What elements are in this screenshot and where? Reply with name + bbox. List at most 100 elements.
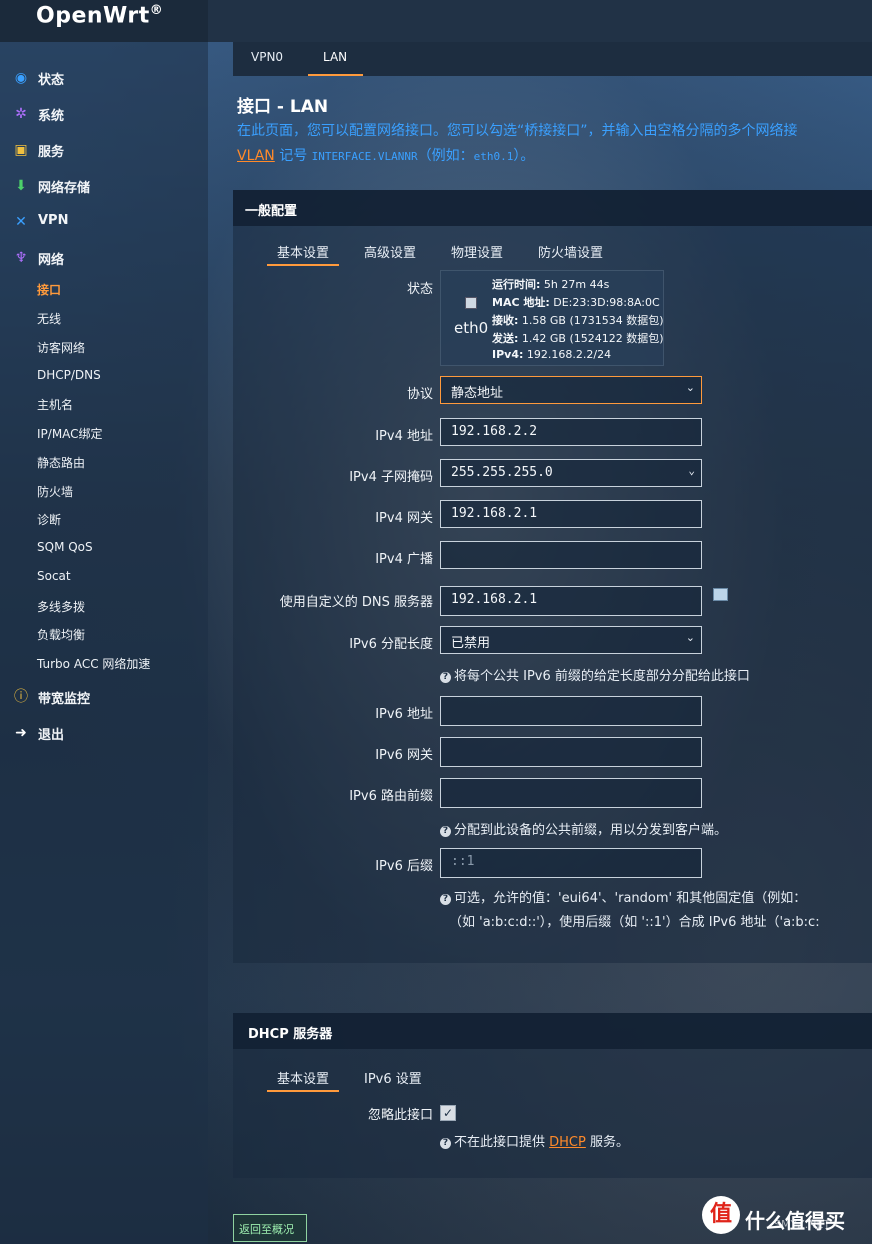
ipv6-suffix-help-2: （如 'a:b:c:d::'），使用后缀（如 '::1'）合成 IPv6 地址（… [449, 915, 820, 930]
add-dns-icon[interactable] [713, 588, 728, 601]
help-icon: ? [440, 1138, 451, 1149]
dhcp-subtab-active-indicator [267, 1090, 339, 1092]
ipv6-gateway-label: IPv6 网关 [375, 748, 433, 763]
ipv4-address-input[interactable]: 192.168.2.2 [440, 418, 702, 446]
ip6assign-label: IPv6 分配长度 [349, 637, 433, 652]
ipv6-prefix-label: IPv6 路由前缀 [349, 789, 433, 804]
sidebar-item-vpn[interactable]: ✕ VPN [0, 204, 208, 240]
general-config-title: 一般配置 [245, 204, 298, 219]
tab-vpn0[interactable]: VPN0 [251, 50, 283, 64]
help-icon: ? [440, 672, 451, 683]
status-rx: 接收: 1.58 GB (1731534 数据包) [492, 314, 664, 327]
subtab-active-indicator [267, 264, 339, 266]
subtab-firewall[interactable]: 防火墙设置 [538, 242, 603, 261]
dhcp-link[interactable]: DHCP [549, 1135, 586, 1150]
ipv6-prefix-help: ? 分配到此设备的公共前缀，用以分发到客户端。 [440, 819, 727, 838]
logout-icon: ➜ [15, 725, 27, 741]
ipv6-suffix-input[interactable]: ::1 [440, 848, 702, 878]
ipv6-suffix-label: IPv6 后缀 [375, 859, 433, 874]
ipv4-broadcast-input[interactable] [440, 541, 702, 569]
storage-icon: ⬇ [15, 178, 27, 194]
sidebar-sub-dhcp-dns[interactable]: DHCP/DNS [37, 368, 101, 382]
sidebar-item-logout[interactable]: ➜ 退出 [0, 715, 208, 751]
subtab-physical[interactable]: 物理设置 [451, 242, 503, 261]
ignore-interface-label: 忽略此接口 [367, 1108, 433, 1123]
status-tx: 发送: 1.42 GB (1524122 数据包) [492, 332, 664, 345]
tab-lan[interactable]: LAN [323, 50, 347, 64]
chevron-down-icon: ⌄ [685, 381, 695, 394]
sidebar-item-nas[interactable]: ⬇ 网络存储 [0, 168, 208, 204]
sidebar-sub-firewall[interactable]: 防火墙 [37, 483, 73, 500]
watermark-small: SMYZ.NET [774, 1218, 831, 1231]
active-tab-indicator [308, 74, 363, 76]
sidebar-item-bandwidth[interactable]: ⓘ 带宽监控 [0, 679, 208, 715]
ethernet-port-icon [465, 297, 477, 309]
page-description-2: VLAN 记号 INTERFACE.VLANNR（例如：eth0.1）。 [237, 148, 535, 164]
subtab-basic[interactable]: 基本设置 [277, 242, 329, 261]
sidebar-sub-socat[interactable]: Socat [37, 569, 71, 583]
dhcp-header: DHCP 服务器 [233, 1013, 872, 1049]
ip6assign-help: ? 将每个公共 IPv6 前缀的给定长度部分分配给此接口 [440, 665, 750, 684]
sidebar-item-status[interactable]: ◉ 状态 [0, 60, 208, 96]
subtab-advanced[interactable]: 高级设置 [364, 242, 416, 261]
ipv4-gateway-input[interactable]: 192.168.2.1 [440, 500, 702, 528]
sidebar-item-system[interactable]: ✲ 系统 [0, 96, 208, 132]
ipv4-address-label: IPv4 地址 [375, 429, 433, 444]
device-name: eth0 [454, 319, 489, 337]
dns-label: 使用自定义的 DNS 服务器 [279, 595, 433, 610]
sidebar-sub-wireless[interactable]: 无线 [37, 310, 61, 327]
dhcp-title: DHCP 服务器 [248, 1027, 333, 1042]
logo[interactable]: OpenWrt® [36, 3, 163, 28]
protocol-label: 协议 [406, 387, 433, 402]
chevron-down-icon: ⌄ [688, 464, 695, 477]
ip6assign-select[interactable]: 已禁用 ⌄ [440, 626, 702, 654]
watermark-logo: 值 [702, 1196, 740, 1234]
status-mac: MAC 地址: DE:23:3D:98:8A:0C [492, 296, 660, 309]
ipv6-address-input[interactable] [440, 696, 702, 726]
dhcp-subtab-basic[interactable]: 基本设置 [277, 1068, 329, 1087]
ipv6-suffix-help: ? 可选，允许的值：'eui64'、'random' 和其他固定值（例如： [440, 887, 806, 906]
dhcp-subtab-ipv6[interactable]: IPv6 设置 [364, 1068, 422, 1087]
sidebar-sub-diagnostics[interactable]: 诊断 [37, 511, 61, 528]
sidebar-item-network[interactable]: ♆ 网络 [0, 240, 208, 276]
logo-box: OpenWrt® [0, 0, 208, 42]
status-ipv4: IPv4: 192.168.2.2/24 [492, 348, 612, 361]
chevron-down-icon: ⌄ [685, 631, 695, 644]
page-description: 在此页面，您可以配置网络接口。您可以勾选“桥接接口”，并输入由空格分隔的多个网络… [237, 123, 798, 139]
protocol-select[interactable]: 静态地址 ⌄ [440, 376, 702, 404]
sidebar-item-services[interactable]: ▣ 服务 [0, 132, 208, 168]
netmask-label: IPv4 子网掩码 [349, 470, 433, 485]
sidebar-sub-interfaces[interactable]: 接口 [37, 281, 61, 298]
sidebar-sub-sqm[interactable]: SQM QoS [37, 540, 93, 554]
back-to-overview-button[interactable]: 返回至概况 [233, 1214, 307, 1242]
ipv6-address-label: IPv6 地址 [375, 707, 433, 722]
sidebar-sub-ipmac[interactable]: IP/MAC绑定 [37, 425, 103, 442]
help-icon: ? [440, 826, 451, 837]
ipv4-broadcast-label: IPv4 广播 [375, 552, 433, 567]
ipv6-gateway-input[interactable] [440, 737, 702, 767]
ignore-interface-checkbox[interactable]: ✓ [440, 1105, 456, 1121]
sidebar-sub-routes[interactable]: 静态路由 [37, 454, 85, 471]
services-icon: ▣ [14, 142, 28, 158]
general-config-header: 一般配置 [233, 190, 872, 226]
status-uptime: 运行时间: 5h 27m 44s [492, 278, 610, 291]
interface-status-box: eth0 运行时间: 5h 27m 44s MAC 地址: DE:23:3D:9… [440, 270, 664, 366]
dhcp-panel: DHCP 服务器 [233, 1013, 872, 1178]
vpn-icon: ✕ [15, 214, 27, 230]
info-icon: ⓘ [14, 689, 28, 705]
status-label: 状态 [406, 282, 433, 297]
dashboard-icon: ◉ [14, 70, 28, 86]
dns-input[interactable]: 192.168.2.1 [440, 586, 702, 616]
sidebar-sub-guest[interactable]: 访客网络 [37, 339, 85, 356]
page-title: 接口 - LAN [237, 97, 329, 117]
vlan-link[interactable]: VLAN [237, 148, 275, 164]
gear-icon: ✲ [15, 106, 27, 122]
sidebar-sub-loadbalance[interactable]: 负载均衡 [37, 626, 85, 643]
netmask-select[interactable]: 255.255.255.0 ⌄ [440, 459, 702, 487]
ignore-interface-help: ? 不在此接口提供 DHCP 服务。 [440, 1131, 629, 1150]
ipv6-prefix-input[interactable] [440, 778, 702, 808]
ipv4-gateway-label: IPv4 网关 [375, 511, 433, 526]
sidebar-sub-turboacc[interactable]: Turbo ACC 网络加速 [37, 655, 150, 672]
sidebar-sub-hostnames[interactable]: 主机名 [37, 396, 73, 413]
sidebar-sub-multiwan[interactable]: 多线多拨 [37, 598, 85, 615]
